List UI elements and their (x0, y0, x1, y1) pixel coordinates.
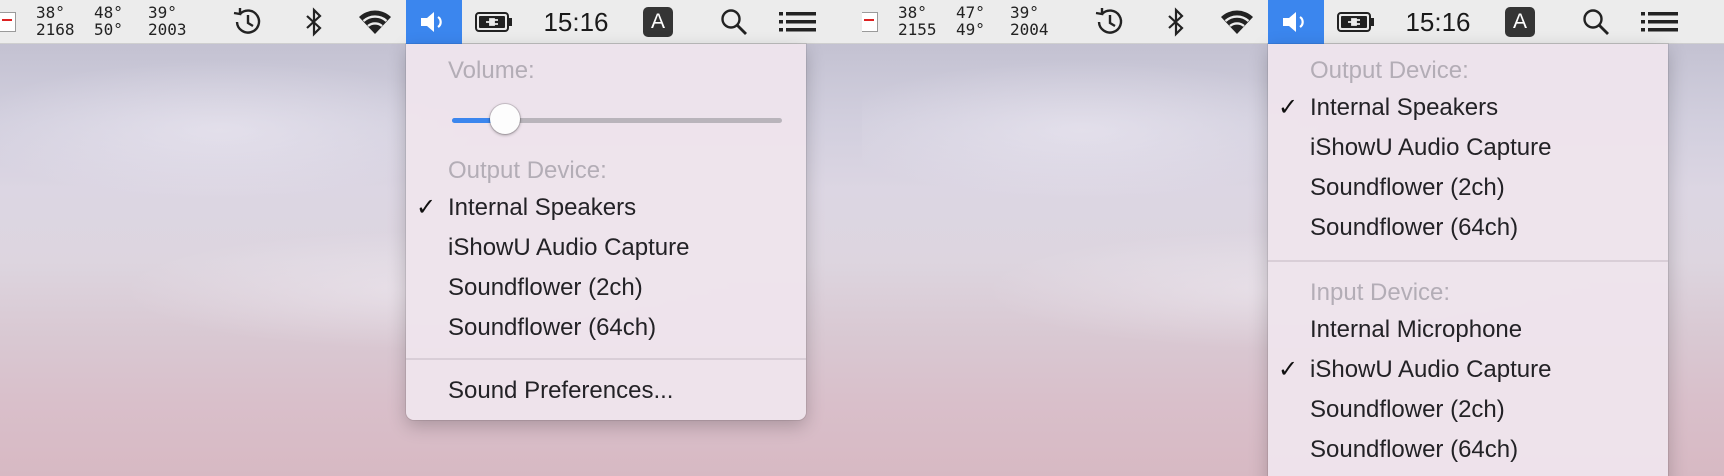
speaker-icon (421, 12, 442, 32)
volume-slider-knob[interactable] (489, 104, 520, 134)
clock-time: 15:16 (1405, 6, 1471, 37)
checkmark-icon: ✓ (1278, 94, 1299, 121)
input-source-label: A (643, 7, 673, 37)
wifi-icon[interactable] (350, 0, 400, 44)
desktop-left: 38° 2168 48° 50° 39° 2003 15:16 A Volume… (0, 0, 862, 476)
menu-bar: 38° 2168 48° 50° 39° 2003 15:16 A (0, 0, 862, 44)
time-machine-icon[interactable] (226, 0, 270, 44)
app-status-icon[interactable] (0, 12, 16, 32)
temp-readout[interactable]: 38° 2168 (36, 4, 75, 38)
battery-plug-icon[interactable] (470, 0, 518, 44)
notification-list-icon[interactable] (1636, 0, 1684, 44)
desktop-right: 38° 2155 47° 49° 39° 2004 15:16 A Output… (862, 0, 1724, 476)
speaker-icon (1283, 12, 1304, 32)
menu-bar: 38° 2155 47° 49° 39° 2004 15:16 A (862, 0, 1724, 44)
input-source-button[interactable]: A (1502, 0, 1538, 44)
menu-separator (406, 358, 806, 360)
bluetooth-icon[interactable] (294, 0, 334, 44)
app-status-icon[interactable] (862, 12, 878, 32)
volume-menu-button[interactable] (1268, 0, 1324, 44)
volume-dropdown-menu: Volume: Output Device: ✓ Internal Speaker… (406, 44, 806, 420)
search-icon[interactable] (714, 0, 754, 44)
volume-menu-button[interactable] (406, 0, 462, 44)
temp-readout[interactable]: 39° 2003 (148, 4, 187, 38)
temp-value: 49° (956, 20, 985, 39)
temp-readout[interactable]: 38° 2155 (898, 4, 937, 38)
wifi-icon[interactable] (1212, 0, 1262, 44)
temp-value: 2168 (36, 20, 75, 39)
sound-devices-dropdown-menu: Output Device: ✓ Internal Speakers iShowU… (1268, 44, 1668, 476)
temp-value: 2003 (148, 20, 187, 39)
menu-separator (1268, 260, 1668, 262)
temp-value: 2004 (1010, 20, 1049, 39)
temp-value: 2155 (898, 20, 937, 39)
time-machine-icon[interactable] (1088, 0, 1132, 44)
clock[interactable]: 15:16 (536, 0, 616, 44)
input-source-label: A (1505, 7, 1535, 37)
checkmark-icon: ✓ (416, 194, 437, 221)
bluetooth-icon[interactable] (1156, 0, 1196, 44)
clock[interactable]: 15:16 (1398, 0, 1478, 44)
input-source-button[interactable]: A (640, 0, 676, 44)
notification-list-icon[interactable] (774, 0, 822, 44)
search-icon[interactable] (1576, 0, 1616, 44)
temp-value: 50° (94, 20, 123, 39)
checkmark-icon: ✓ (1278, 356, 1299, 383)
clock-time: 15:16 (543, 6, 609, 37)
temp-readout[interactable]: 39° 2004 (1010, 4, 1049, 38)
temp-readout[interactable]: 47° 49° (956, 4, 985, 38)
temp-readout[interactable]: 48° 50° (94, 4, 123, 38)
battery-plug-icon[interactable] (1332, 0, 1380, 44)
